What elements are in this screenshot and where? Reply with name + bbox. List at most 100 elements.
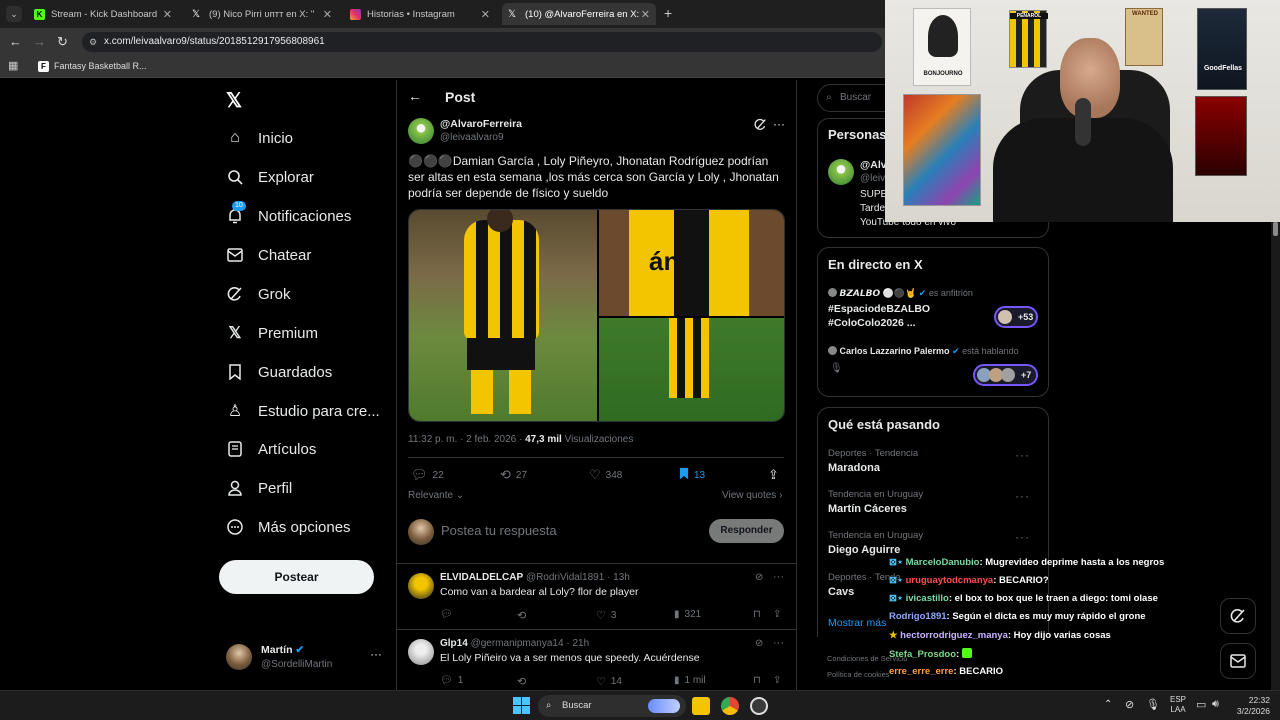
sidebar-item-articulos[interactable]: Artículos bbox=[226, 434, 316, 464]
speaker-icon[interactable]: 🔊︎ bbox=[1212, 698, 1219, 711]
sidebar-item-estudio[interactable]: ♙ Estudio para cre... bbox=[226, 396, 380, 426]
post-media[interactable]: ántel bbox=[408, 209, 785, 422]
footer-link[interactable]: Política de cookies bbox=[827, 670, 890, 679]
bookmark-action[interactable]: ⊓ bbox=[753, 609, 766, 620]
grok-icon[interactable] bbox=[754, 118, 767, 136]
suggest-name[interactable]: @Alv bbox=[860, 159, 887, 171]
reply-action[interactable]: 💬︎ 22 bbox=[411, 467, 444, 483]
reply-author-handle[interactable]: @germanipmanya14 · 21h bbox=[471, 638, 590, 649]
views-action[interactable]: ▮ 321 bbox=[674, 609, 701, 620]
trend-more-icon[interactable]: ··· bbox=[1015, 448, 1030, 462]
chevron-up-icon[interactable]: ⌃ bbox=[1104, 699, 1112, 710]
close-tab-icon[interactable]: ✕ bbox=[641, 8, 650, 21]
sidebar-item-perfil[interactable]: Perfil bbox=[226, 473, 292, 503]
player-photo-2[interactable]: ántel bbox=[599, 210, 784, 316]
chat-username[interactable]: uruguaytodcmanya bbox=[906, 575, 994, 586]
trend-item[interactable]: Tendencia en Uruguay Diego Aguirre ··· bbox=[828, 530, 1040, 556]
space-listeners[interactable]: +7 bbox=[973, 364, 1038, 386]
chat-username[interactable]: hectorrodriguez_manya bbox=[900, 630, 1008, 641]
taskbar-search[interactable]: ⌕ Buscar bbox=[538, 695, 686, 717]
sidebar-item-grok[interactable]: Grok bbox=[226, 279, 291, 309]
sidebar-item-mas-opciones[interactable]: Más opciones bbox=[226, 512, 351, 542]
post-more-icon[interactable]: ··· bbox=[773, 117, 785, 131]
reply-button[interactable]: Responder bbox=[709, 519, 784, 543]
author-avatar[interactable] bbox=[408, 118, 434, 144]
reply-more-icon[interactable]: ··· bbox=[773, 571, 784, 583]
sort-replies-dropdown[interactable]: Relevante ⌄ bbox=[408, 490, 464, 501]
browser-tab-instagram[interactable]: Historias • Instagram ✕ bbox=[344, 3, 496, 25]
reply-action[interactable]: 💬︎ bbox=[440, 609, 458, 620]
browser-tab-kick[interactable]: K Stream - Kick Dashboard ✕ bbox=[28, 3, 178, 25]
chrome-icon[interactable] bbox=[721, 697, 739, 715]
monitor-icon[interactable]: ▭ bbox=[1196, 698, 1206, 711]
windows-start-icon[interactable] bbox=[513, 697, 530, 714]
bookmark-action[interactable]: ⊓ bbox=[753, 675, 766, 686]
clock[interactable]: 22:32 3/2/2026 bbox=[1234, 695, 1270, 717]
reply-author-name[interactable]: ELVIDALDELCAP bbox=[440, 572, 523, 583]
grok-icon[interactable]: ⊘ bbox=[755, 572, 763, 583]
messages-float-button[interactable] bbox=[1220, 643, 1256, 679]
share-action[interactable]: ⇪ bbox=[768, 467, 784, 483]
suggest-handle[interactable]: @leiv bbox=[860, 173, 885, 184]
live-space-1[interactable]: 𝘽𝙕𝘼𝙇𝘽𝙊 ⚪⚫🤘 ✔ es anfitrión #EspaciodeBZAL… bbox=[828, 288, 1040, 333]
chat-username[interactable]: Stefa_Prosdoo bbox=[889, 649, 956, 660]
sidebar-item-notificaciones[interactable]: 10 Notificaciones bbox=[226, 201, 351, 231]
trend-item[interactable]: Deportes · Tendencia Maradona ··· bbox=[828, 448, 1040, 474]
file-explorer-icon[interactable] bbox=[692, 697, 710, 715]
share-action[interactable]: ⇪ bbox=[773, 609, 786, 620]
bookmark-fantasy-basketball[interactable]: Fantasy Basketball R... bbox=[54, 61, 147, 71]
browser-tab-x-active[interactable]: 𝕏 (10) @AlvaroFerreira en X: " ✕ bbox=[502, 3, 656, 25]
repost-action[interactable]: ⟲ 27 bbox=[500, 467, 527, 483]
chat-username[interactable]: Rodrigo1891 bbox=[889, 611, 947, 622]
share-action[interactable]: ⇪ bbox=[773, 675, 786, 686]
player-photo-3[interactable] bbox=[599, 318, 784, 421]
reply-input[interactable]: Postea tu respuesta bbox=[441, 523, 557, 538]
microphone-icon[interactable]: 🎙︎ bbox=[1146, 698, 1160, 711]
player-photo-1[interactable] bbox=[409, 210, 597, 421]
reply-more-icon[interactable]: ··· bbox=[773, 637, 784, 649]
reply-avatar[interactable] bbox=[408, 639, 434, 665]
reload-icon[interactable]: ↻ bbox=[57, 34, 68, 50]
chat-username[interactable]: ivicastillo bbox=[906, 593, 949, 604]
suggest-avatar[interactable] bbox=[828, 159, 854, 185]
view-quotes-link[interactable]: View quotes › bbox=[722, 490, 782, 501]
trend-more-icon[interactable]: ··· bbox=[1015, 530, 1030, 544]
show-more-link[interactable]: Mostrar más bbox=[828, 617, 886, 629]
close-tab-icon[interactable]: ✕ bbox=[323, 8, 332, 21]
views-action[interactable]: ▮ 1 mil bbox=[674, 675, 706, 686]
apps-grid-icon[interactable]: ▦ bbox=[8, 59, 18, 72]
sidebar-item-inicio[interactable]: ⌂ Inicio bbox=[226, 123, 293, 153]
trend-more-icon[interactable]: ··· bbox=[1015, 489, 1030, 503]
language-indicator[interactable]: ESP LAA bbox=[1170, 695, 1186, 715]
live-space-2[interactable]: Carlos Lazzarino Palermo ✔ está hablando… bbox=[828, 346, 1040, 391]
sidebar-item-guardados[interactable]: Guardados bbox=[226, 357, 332, 387]
bookmark-action[interactable]: 13 bbox=[679, 467, 705, 483]
space-listeners[interactable]: +53 bbox=[994, 306, 1038, 328]
post-button[interactable]: Postear bbox=[219, 560, 374, 594]
like-action[interactable]: ♡ 348 bbox=[589, 467, 622, 483]
account-switcher[interactable]: Martín ✔ @SordelliMartin ··· bbox=[226, 642, 386, 674]
author-name[interactable]: @AlvaroFerreira bbox=[440, 118, 522, 130]
new-tab-button[interactable]: + bbox=[664, 5, 672, 21]
network-off-icon[interactable]: ⊘ bbox=[1125, 698, 1134, 711]
reply-item[interactable]: ELVIDALDELCAP @RodriVidal1891 · 13h ⊘ ··… bbox=[397, 564, 796, 630]
like-action[interactable]: ♡ 14 bbox=[596, 675, 622, 688]
close-tab-icon[interactable]: ✕ bbox=[163, 8, 172, 21]
close-tab-icon[interactable]: ✕ bbox=[481, 8, 490, 21]
reply-author-handle[interactable]: @RodriVidal1891 · 13h bbox=[526, 572, 630, 583]
url-input[interactable]: ⚙ x.com/leivaalvaro9/status/201851291795… bbox=[82, 32, 882, 52]
reply-avatar[interactable] bbox=[408, 573, 434, 599]
back-arrow-icon[interactable]: ← bbox=[9, 34, 22, 49]
chat-username[interactable]: erre_erre_erre bbox=[889, 666, 953, 677]
sidebar-item-explorar[interactable]: Explorar bbox=[226, 162, 314, 192]
grok-float-button[interactable] bbox=[1220, 598, 1256, 634]
reply-action[interactable]: 💬︎ 1 bbox=[440, 675, 463, 686]
x-logo-icon[interactable]: 𝕏 bbox=[226, 88, 242, 113]
trend-item[interactable]: Tendencia en Uruguay Martín Cáceres ··· bbox=[828, 489, 1040, 515]
account-more-icon[interactable]: ··· bbox=[370, 647, 382, 661]
like-action[interactable]: ♡ 3 bbox=[596, 609, 616, 622]
forward-arrow-icon[interactable]: → bbox=[33, 34, 46, 49]
grok-icon[interactable]: ⊘ bbox=[755, 638, 763, 649]
back-arrow-icon[interactable]: ← bbox=[408, 88, 422, 104]
sidebar-item-chatear[interactable]: Chatear bbox=[226, 240, 311, 270]
